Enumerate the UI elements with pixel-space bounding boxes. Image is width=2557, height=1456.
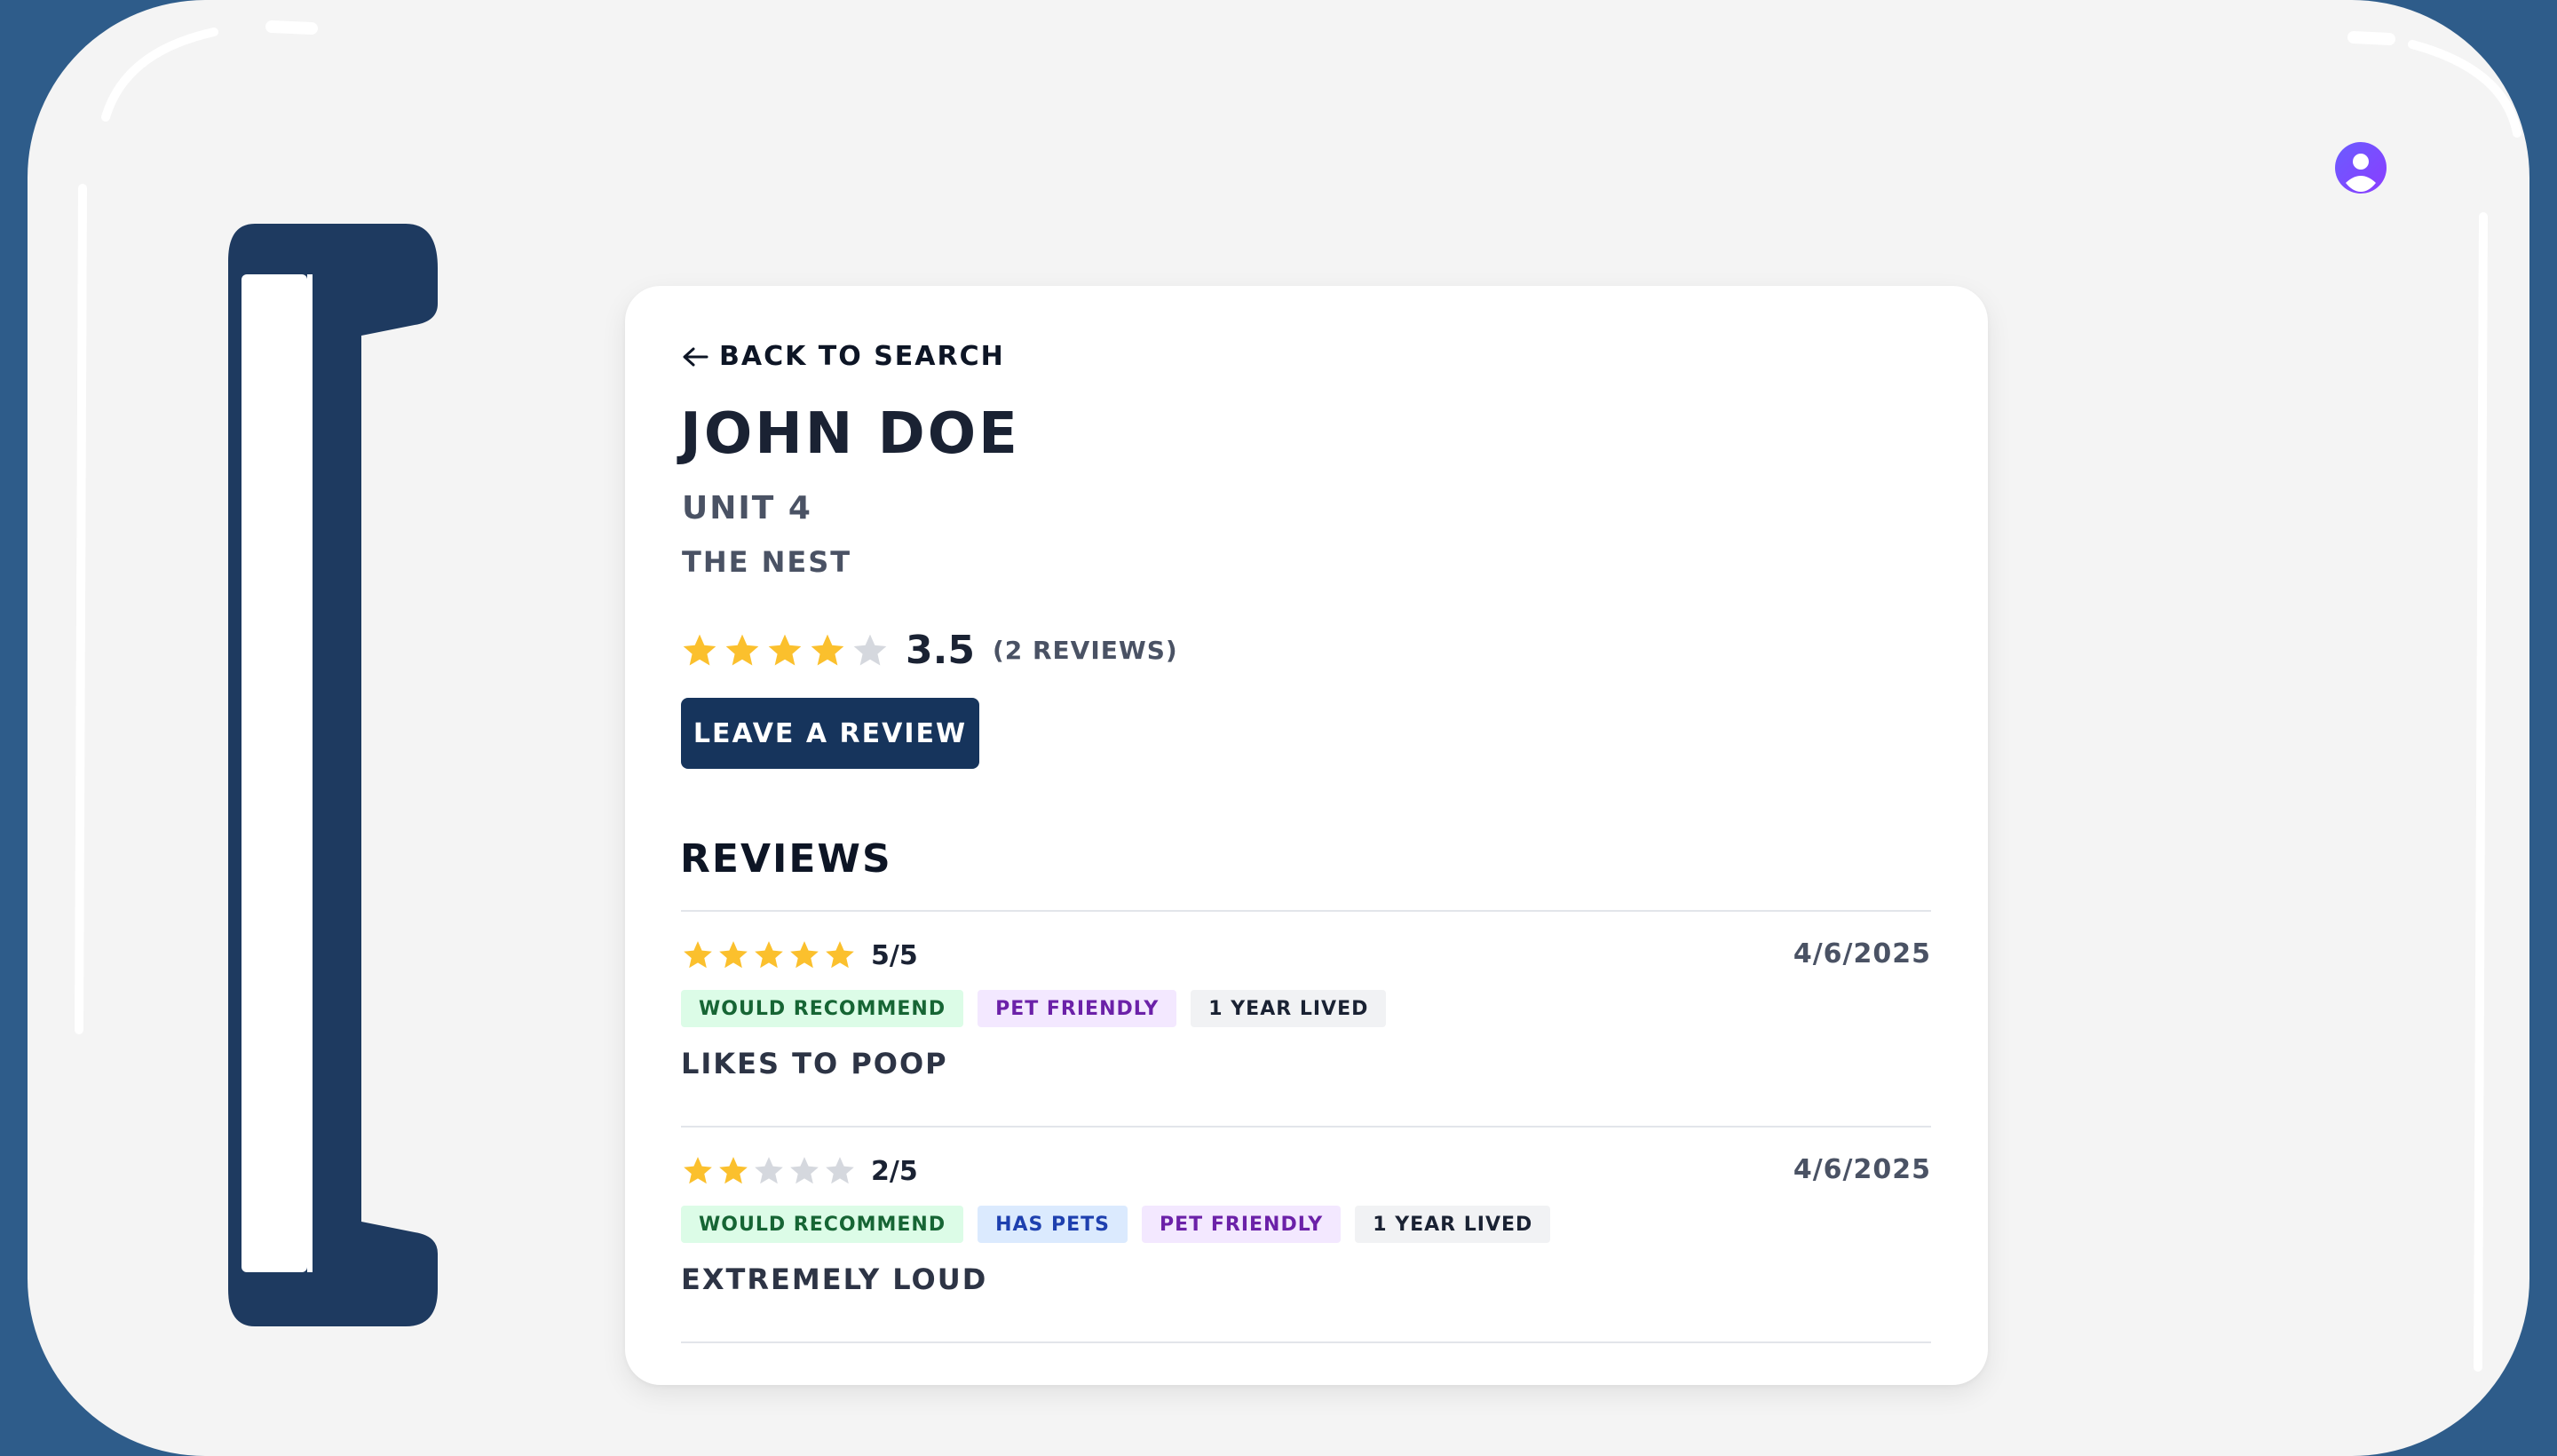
unit-label: Unit 4 [682,490,812,526]
review-tag: 1 year lived [1355,1206,1551,1243]
star-filled-icon [683,634,716,665]
review-tag: 1 year lived [1191,990,1387,1027]
star-empty-icon [755,1157,783,1184]
overall-rating-stars [680,631,890,670]
review-rating: 5/5 [681,938,918,972]
tenant-name: John Doe [680,401,1020,467]
star-filled-icon [725,634,759,665]
review-tags: Would recommend Has pets Pet friendly 1 yea… [681,1206,1551,1243]
review-date: 4/6/2025 [1793,1154,1931,1185]
rating-value: 3.5 [906,628,975,673]
review-list: 5/5 4/6/2025 Would recommend Pet friendly 1 … [681,910,1931,1343]
review-tag: Pet friendly [978,990,1177,1027]
star-filled-icon [719,1157,748,1184]
star-filled-icon [755,941,783,969]
review-tag: Pet friendly [1142,1206,1342,1243]
reviews-heading: Reviews [680,836,892,882]
user-avatar-icon [2346,154,2376,192]
back-to-search-label: Back to search [719,341,1005,372]
star-empty-icon [826,1157,854,1184]
star-empty-icon [853,634,887,665]
back-to-search-link[interactable]: Back to search [682,341,1005,372]
review-text: Extremely loud [681,1262,988,1296]
profile-button[interactable] [2335,142,2387,194]
review-rating: 2/5 [681,1154,918,1188]
review-tags: Would recommend Pet friendly 1 year lived [681,990,1387,1027]
review-item: 5/5 4/6/2025 Would recommend Pet friendly 1 … [681,912,1931,1128]
review-tag: Would recommend [681,990,964,1027]
review-item: 2/5 4/6/2025 Would recommend Has pets Pet fr… [681,1128,1931,1343]
review-score: 5/5 [871,939,918,971]
star-empty-icon [790,1157,819,1184]
review-date: 4/6/2025 [1793,938,1931,969]
star-filled-icon [719,941,748,969]
star-filled-icon [790,941,819,969]
review-score: 2/5 [871,1155,918,1187]
building-label: The Nest [682,545,852,579]
review-tag: Has pets [978,1206,1128,1243]
overall-rating: 3.5 (2 reviews) [680,628,1178,673]
star-filled-icon [768,634,802,665]
star-filled-icon [684,941,712,969]
review-text: Likes to poop [681,1047,948,1080]
leave-review-button[interactable]: Leave a review [681,698,979,769]
tenant-profile-card: Back to search John Doe Unit 4 The Nest … [625,286,1988,1385]
review-count: (2 reviews) [992,636,1178,665]
bracket-logo [228,224,438,1326]
arrow-left-icon [683,347,709,366]
star-filled-icon [811,634,844,665]
star-filled-icon [684,1157,712,1184]
device-frame: Back to search John Doe Unit 4 The Nest … [28,0,2529,1456]
review-tag: Would recommend [681,1206,964,1243]
star-filled-icon [826,941,854,969]
